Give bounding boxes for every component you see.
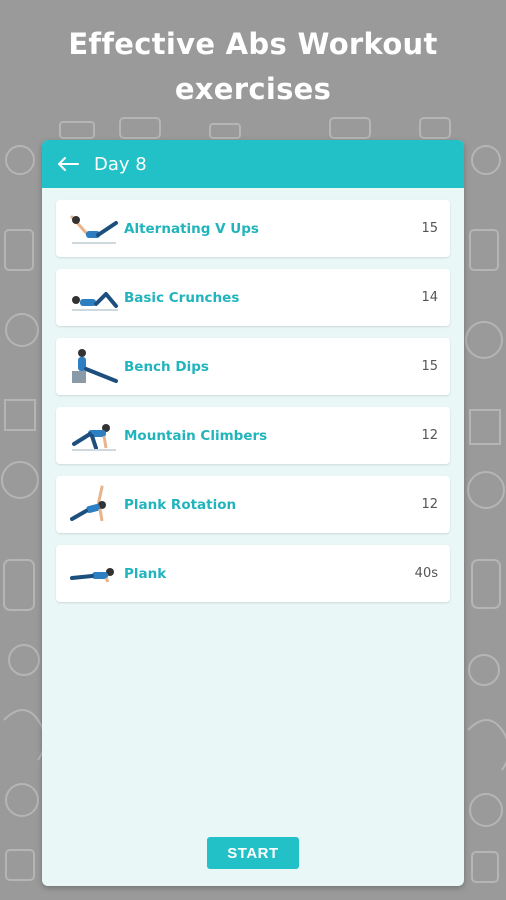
plank-rotation-illustration	[66, 483, 122, 527]
exercise-item-alternating-v-ups[interactable]: Alternating V Ups 15	[56, 200, 450, 257]
exercise-name: Plank	[124, 565, 167, 582]
exercise-duration: 40s	[414, 566, 438, 581]
exercise-reps: 12	[421, 428, 438, 443]
exercise-name: Plank Rotation	[124, 496, 237, 513]
exercise-item-plank[interactable]: Plank 40s	[56, 545, 450, 602]
exercise-item-plank-rotation[interactable]: Plank Rotation 12	[56, 476, 450, 533]
promo-title-line-1: Effective Abs Workout	[68, 27, 438, 61]
exercise-list: Alternating V Ups 15 Basic Crunches 14 B…	[42, 188, 464, 602]
exercise-reps: 15	[421, 359, 438, 374]
promo-title-line-2: exercises	[174, 72, 332, 106]
back-button[interactable]	[42, 140, 94, 188]
arrow-left-icon	[58, 157, 79, 171]
exercise-name: Alternating V Ups	[124, 220, 259, 237]
app-screen: Day 8 Alternating V Ups 15 Basic Crunche…	[42, 140, 464, 886]
mountain-climbers-illustration	[66, 414, 122, 458]
promo-title: Effective Abs Workout exercises	[0, 22, 506, 112]
start-button[interactable]: START	[207, 837, 299, 869]
exercise-name: Bench Dips	[124, 358, 209, 375]
page-title: Day 8	[94, 153, 147, 175]
exercise-item-bench-dips[interactable]: Bench Dips 15	[56, 338, 450, 395]
exercise-name: Mountain Climbers	[124, 427, 268, 444]
exercise-item-mountain-climbers[interactable]: Mountain Climbers 12	[56, 407, 450, 464]
exercise-reps: 12	[421, 497, 438, 512]
exercise-item-basic-crunches[interactable]: Basic Crunches 14	[56, 269, 450, 326]
bench-dips-illustration	[66, 345, 122, 389]
exercise-reps: 14	[421, 290, 438, 305]
v-ups-illustration	[66, 207, 122, 251]
plank-illustration	[66, 552, 122, 596]
exercise-name: Basic Crunches	[124, 289, 240, 306]
app-bar: Day 8	[42, 140, 464, 188]
exercise-reps: 15	[421, 221, 438, 236]
crunches-illustration	[66, 276, 122, 320]
